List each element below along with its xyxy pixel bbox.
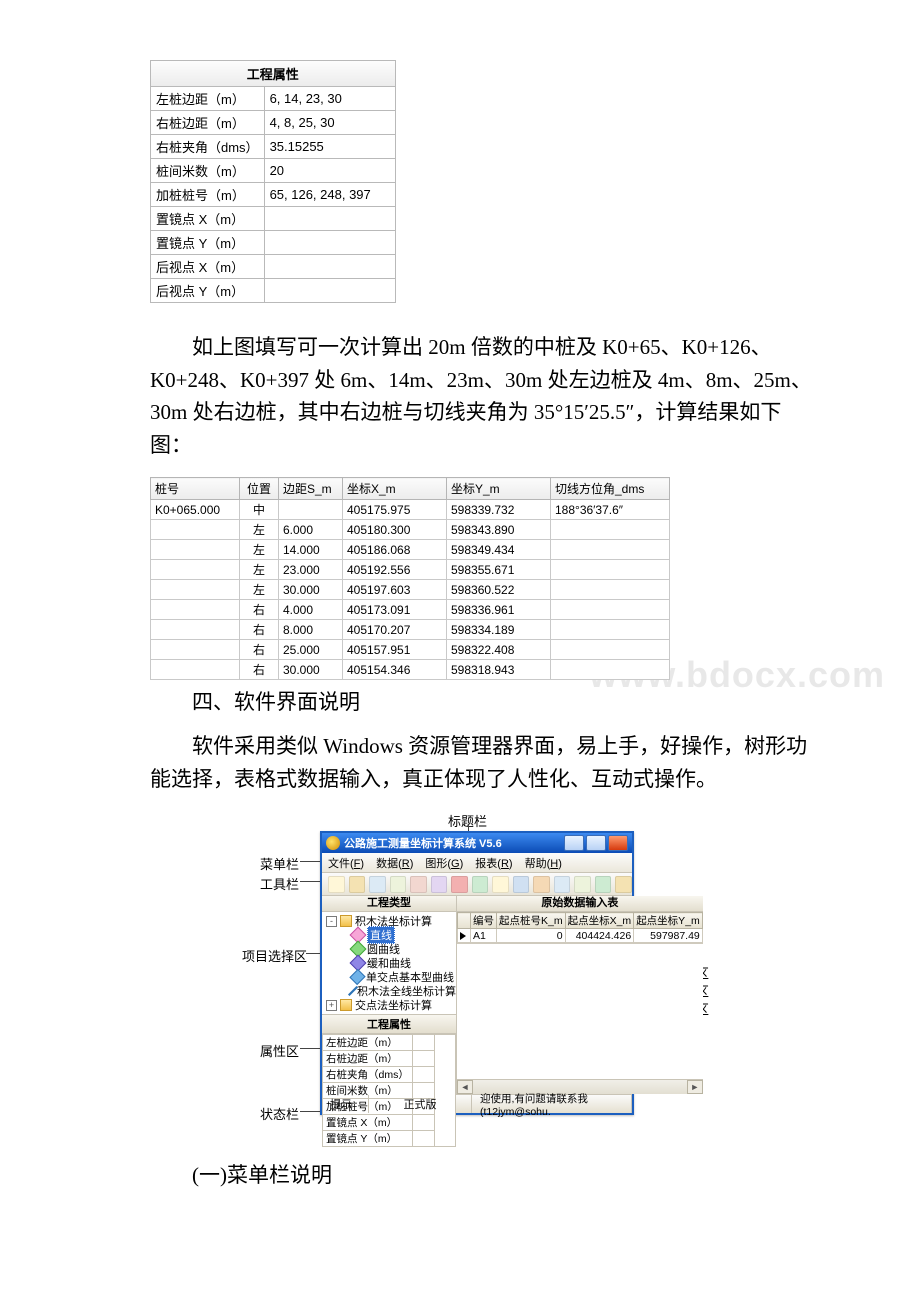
maximize-button[interactable] [586,835,606,851]
tool-icon[interactable] [328,876,345,893]
label-attr: 属性区 [260,1041,299,1060]
close-button[interactable] [608,835,628,851]
app-window: 公路施工测量坐标计算系统 V5.6 文件(F) 数据(R) 图形(G) 报表(R… [320,831,634,1115]
menu-help[interactable]: 帮助(H) [525,855,562,871]
statusbar: 提示 正式版 迎使用,有问题请联系我(t12jym@sohu. [322,1094,632,1113]
prop-key: 左桩边距（m） [151,87,265,111]
tool-icon[interactable] [472,876,489,893]
toolbar[interactable] [322,873,632,896]
row-indicator-icon [460,932,466,940]
status-message: 迎使用,有问题请联系我(t12jym@sohu. [472,1095,632,1113]
label-menubar: 菜单栏 [260,854,299,873]
table-row: 右30.000405154.346598318.943 [151,660,670,680]
tool-icon[interactable] [410,876,427,893]
status-hint: 提示 [322,1095,369,1113]
data-grid[interactable]: 编号 起点桩号K_m 起点坐标X_m 起点坐标Y_m A1 0 404424.4… [457,912,703,943]
properties-table: 工程属性 左桩边距（m）6, 14, 23, 30 右桩边距（m）4, 8, 2… [150,60,396,303]
prop-val: 6, 14, 23, 30 [264,87,395,111]
tool-icon[interactable] [574,876,591,893]
table-row: 右8.000405170.207598334.189 [151,620,670,640]
tool-icon[interactable] [431,876,448,893]
table-row: A1 0 404424.426 597987.49 [458,929,703,943]
result-table: 桩号 位置 边距S_m 坐标X_m 坐标Y_m 切线方位角_dms K0+065… [150,477,670,680]
paragraph-1: 如上图填写可一次计算出 20m 倍数的中桩及 K0+65、K0+126、K0+2… [150,331,815,461]
heading-4: 四、软件界面说明 [150,686,815,716]
heading-5: (一)菜单栏说明 [150,1159,815,1189]
tool-icon[interactable] [492,876,509,893]
tool-icon[interactable] [390,876,407,893]
project-tree[interactable]: -积木法坐标计算 直线 圆曲线 缓和曲线 单交点基本型曲线 积木法全线坐标计算 … [322,912,456,1015]
status-version: 正式版 [369,1095,472,1113]
table-row: 右4.000405173.091598336.961 [151,600,670,620]
tool-icon[interactable] [533,876,550,893]
grid-title: 原始数据输入表 [457,896,703,912]
props-scrollbar[interactable] [435,1035,456,1147]
tool-icon[interactable] [513,876,530,893]
label-project: 项目选择区 [242,946,307,965]
titlebar[interactable]: 公路施工测量坐标计算系统 V5.6 [322,833,632,853]
menu-graph[interactable]: 图形(G) [425,855,463,871]
minimize-button[interactable] [564,835,584,851]
label-status: 状态栏 [260,1104,299,1123]
properties-title: 工程属性 [150,60,396,86]
label-toolbar: 工具栏 [260,874,299,893]
table-row: 左30.000405197.603598360.522 [151,580,670,600]
table-row: 左23.000405192.556598355.671 [151,560,670,580]
tool-icon[interactable] [554,876,571,893]
menu-report[interactable]: 报表(R) [475,855,512,871]
table-row: 右25.000405157.951598322.408 [151,640,670,660]
tool-icon[interactable] [451,876,468,893]
annotated-screenshot: 标题栏 菜单栏 工具栏 项目选择区 属性区 状态栏 数据输入区 结果输出区 图形… [260,811,640,1131]
tool-icon[interactable] [349,876,366,893]
paragraph-2: 软件采用类似 Windows 资源管理器界面，易上手，好操作，树形功能选择，表格… [150,730,815,795]
menu-file[interactable]: 文件(F) [328,855,364,871]
app-icon [326,836,340,850]
properties-panel[interactable]: 工程属性 左桩边距（m） 右桩边距（m） 右桩夹角（dms） 桩间米数（m） 加… [322,1015,456,1147]
tool-icon[interactable] [615,876,632,893]
tool-icon[interactable] [369,876,386,893]
data-area [457,943,703,1079]
table-row: 左6.000405180.300598343.890 [151,520,670,540]
window-title: 公路施工测量坐标计算系统 V5.6 [344,835,502,851]
tool-icon[interactable] [595,876,612,893]
menu-data[interactable]: 数据(R) [376,855,413,871]
table-row: K0+065.000中405175.975598339.732188°36′37… [151,500,670,520]
menubar[interactable]: 文件(F) 数据(R) 图形(G) 报表(R) 帮助(H) [322,853,632,873]
tree-title: 工程类型 [322,896,456,912]
table-row: 左14.000405186.068598349.434 [151,540,670,560]
